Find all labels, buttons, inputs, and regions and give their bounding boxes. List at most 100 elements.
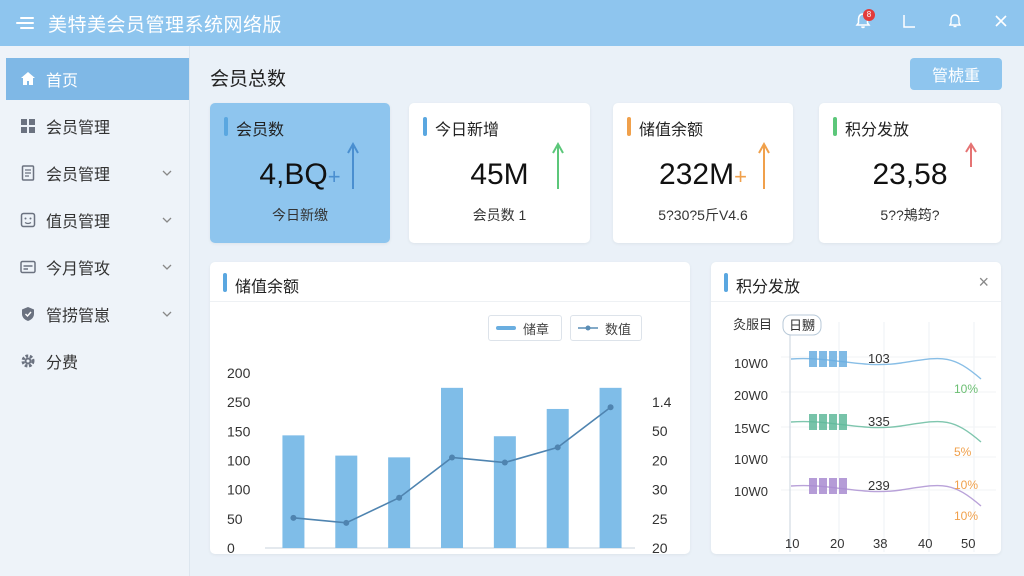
row-block [839,478,847,494]
bar [599,387,622,548]
sidebar-item-settings[interactable]: 分费 [6,340,189,382]
card-subtext: 5??鴂筠? [880,207,940,223]
sidebar-item-label: 值员管理 [46,214,111,231]
row-block [819,414,827,430]
chevron-down-icon [161,260,173,278]
row-block [809,351,817,367]
close-window-button[interactable] [978,0,1024,46]
sidebar-item-management[interactable]: 管捞管崽 [6,293,189,335]
shield-icon [18,304,38,324]
sidebar: 首页 会员管理 会员管理 值员管理 今月管攻 管捞管崽 分费 [0,46,190,576]
sidebar-item-member-management[interactable]: 会员管理 [6,105,189,147]
header-label: 灸服目 [733,317,772,332]
arrow-up-icon [346,141,360,196]
y-tick-label: 50 [227,511,243,527]
x-tick-label: 50 [961,536,975,551]
y-tick-label: 0 [227,540,235,554]
card-accent-bar [627,117,631,136]
row-block [839,351,847,367]
row-block [819,478,827,494]
header-chip-label: 日嬲 [789,318,815,333]
row-label: 10W0 [734,356,768,371]
row-percent: 10% [954,382,978,396]
stat-card-points[interactable]: 积分发放 23,58 5??鴂筠? [819,103,1001,243]
y-tick-label: 200 [227,365,251,381]
card-title: 积分发放 [845,122,910,139]
y-tick-label: 250 [227,394,251,410]
card-title: 会员数 [236,122,285,139]
row-block [839,414,847,430]
chevron-down-icon [161,213,173,231]
y2-tick-label: 20 [652,452,668,468]
grid-icon [18,116,38,136]
line-point [343,519,350,526]
close-icon [994,14,1008,33]
row-block [829,351,837,367]
line-point [554,444,561,451]
app-menu-icon[interactable] [16,12,38,34]
line-point [449,454,455,461]
sidebar-item-home[interactable]: 首页 [6,58,189,100]
sidebar-item-label: 会员管理 [46,167,111,184]
notification-button[interactable]: 8 [840,0,886,46]
points-chart-panel: 积分发放 × 灸服目 日嬲 10W0 20W0 15WC 10W0 10W0 103 10% 33… [711,262,1001,554]
page-title: 会员总数 [210,69,287,90]
face-icon [18,210,38,230]
bar [282,435,305,548]
row-label: 20W0 [734,388,768,403]
line-point [290,514,297,521]
sidebar-item-label: 管捞管崽 [46,308,111,325]
alert-button[interactable] [932,0,978,46]
card-icon [18,257,38,277]
document-icon [18,163,38,183]
row-block [819,351,827,367]
chevron-down-icon [161,307,173,325]
top-action-button[interactable]: 管椃重 [910,58,1002,90]
points-chart: 灸服目 日嬲 10W0 20W0 15WC 10W0 10W0 103 10% 335 5% 239 1… [733,314,996,552]
home-icon [18,69,38,89]
x-tick-label: 38 [873,536,887,551]
title-bar: 美特美会员管理系统网络版 8 [0,0,1024,46]
sidebar-item-label: 会员管理 [46,120,111,137]
arrow-up-icon [551,141,565,196]
x-tick-label: 20 [830,536,844,551]
stat-card-new-today[interactable]: 今日新增 45M 会员数 1 [409,103,590,243]
row-block [809,414,817,430]
sidebar-item-member-records[interactable]: 会员管理 [6,152,189,194]
row-value-label: 103 [868,351,890,366]
row-block [809,478,817,494]
row-label: 15WC [734,421,770,436]
minimize-button[interactable] [886,0,932,46]
row-block [829,414,837,430]
y2-tick-label: 20 [652,540,668,554]
card-subtext: 今日新缴 [272,207,328,223]
line-point [607,404,614,411]
line-point [501,459,508,466]
row-label: 10W0 [734,484,768,499]
window-controls: 8 [840,0,1024,46]
y2-tick-label: 50 [652,423,668,439]
card-title: 储值余额 [639,122,704,139]
row-percent: 10% [954,478,978,492]
card-accent-bar [833,117,837,136]
row-percent: 10% [954,509,978,523]
minimize-icon [901,13,917,34]
row-value-label: 239 [868,478,890,493]
app-title: 美特美会员管理系统网络版 [48,14,283,36]
stored-value-chart: 05010010015025020020253020501.4会员今日会员数月储… [227,365,672,554]
row-block [829,478,837,494]
card-title: 今日新增 [435,122,500,139]
card-accent-bar [224,117,228,136]
y-tick-label: 100 [227,482,251,498]
sidebar-item-value-management[interactable]: 值员管理 [6,199,189,241]
chevron-down-icon [161,166,173,184]
sidebar-item-label: 首页 [46,73,79,90]
stat-card-stored-value[interactable]: 储值余额 232M+ 5?30?5斤V4.6 [613,103,793,243]
stat-card-members[interactable]: 会员数 4,BQ+ 今日新缴 [210,103,390,243]
notification-badge: 8 [863,9,875,21]
line-point [396,494,403,501]
x-tick-label: 40 [918,536,932,551]
gear-icon [18,351,38,371]
sidebar-item-monthly[interactable]: 今月管攻 [6,246,189,288]
bar [388,457,411,548]
